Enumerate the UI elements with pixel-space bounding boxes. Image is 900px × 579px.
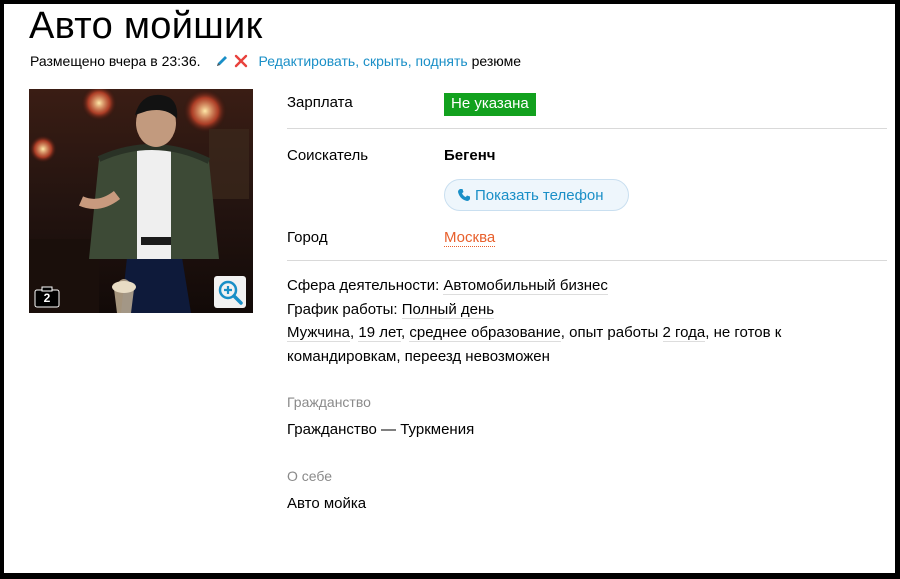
- edit-link[interactable]: Редактировать: [259, 53, 356, 69]
- hide-link[interactable]: скрыть: [363, 53, 408, 69]
- travel-text-2: командировкам, переезд невозможен: [287, 347, 550, 365]
- zoom-in-icon: [218, 280, 243, 305]
- applicant-name: Бегенч: [444, 147, 496, 164]
- experience-value: 2 года: [662, 324, 706, 342]
- education: среднее образование: [409, 324, 561, 342]
- resume-page: Авто мойшик Размещено вчера в 23:36. Ред…: [4, 4, 895, 573]
- city-link[interactable]: Москва: [444, 229, 496, 247]
- sphere-label: Сфера деятельности:: [287, 277, 440, 294]
- divider: [287, 260, 887, 261]
- sphere-value: Автомобильный бизнес: [443, 277, 608, 295]
- photo-count: 2: [43, 291, 51, 305]
- salary-badge: Не указана: [444, 93, 536, 116]
- applicant-label: Соискатель: [287, 147, 369, 164]
- resume-word: резюме: [467, 53, 522, 69]
- about-heading: О себе: [287, 468, 333, 484]
- city-label: Город: [287, 229, 328, 246]
- posting-meta: Размещено вчера в 23:36. Редактировать, …: [30, 51, 521, 71]
- pencil-icon[interactable]: [216, 56, 227, 66]
- raise-link[interactable]: поднять: [415, 53, 467, 69]
- edit-actions-icons: [215, 53, 253, 68]
- posted-time: Размещено вчера в 23:36.: [30, 53, 201, 69]
- citizenship-text: Гражданство — Туркмения: [287, 421, 475, 438]
- experience-label: , опыт работы: [560, 324, 663, 341]
- sphere-line: Сфера деятельности: Автомобильный бизнес: [287, 274, 887, 298]
- delete-icon[interactable]: [234, 54, 247, 68]
- about-text: Авто мойка: [287, 495, 367, 512]
- phone-icon: [458, 189, 470, 201]
- salary-label: Зарплата: [287, 94, 353, 111]
- zoom-button[interactable]: [214, 276, 246, 308]
- travel-text: , не готов к: [705, 324, 782, 341]
- personal-line: Мужчина, 19 лет, среднее образование, оп…: [287, 324, 782, 365]
- profile-photo[interactable]: 2: [29, 89, 253, 313]
- schedule-value: Полный день: [401, 300, 495, 319]
- show-phone-label: Показать телефон: [475, 187, 604, 204]
- schedule-line: График работы: Полный день: [287, 298, 887, 322]
- resume-info: Сфера деятельности: Автомобильный бизнес…: [287, 274, 887, 368]
- age: 19 лет: [358, 324, 402, 342]
- photo-counter: 2: [33, 285, 61, 309]
- schedule-label: График работы:: [287, 300, 398, 318]
- citizenship-heading: Гражданство: [287, 394, 371, 410]
- separator: ,: [355, 53, 363, 69]
- show-phone-button[interactable]: Показать телефон: [444, 179, 629, 211]
- divider: [287, 128, 887, 129]
- gender: Мужчина: [287, 324, 351, 342]
- page-title: Авто мойшик: [29, 5, 263, 47]
